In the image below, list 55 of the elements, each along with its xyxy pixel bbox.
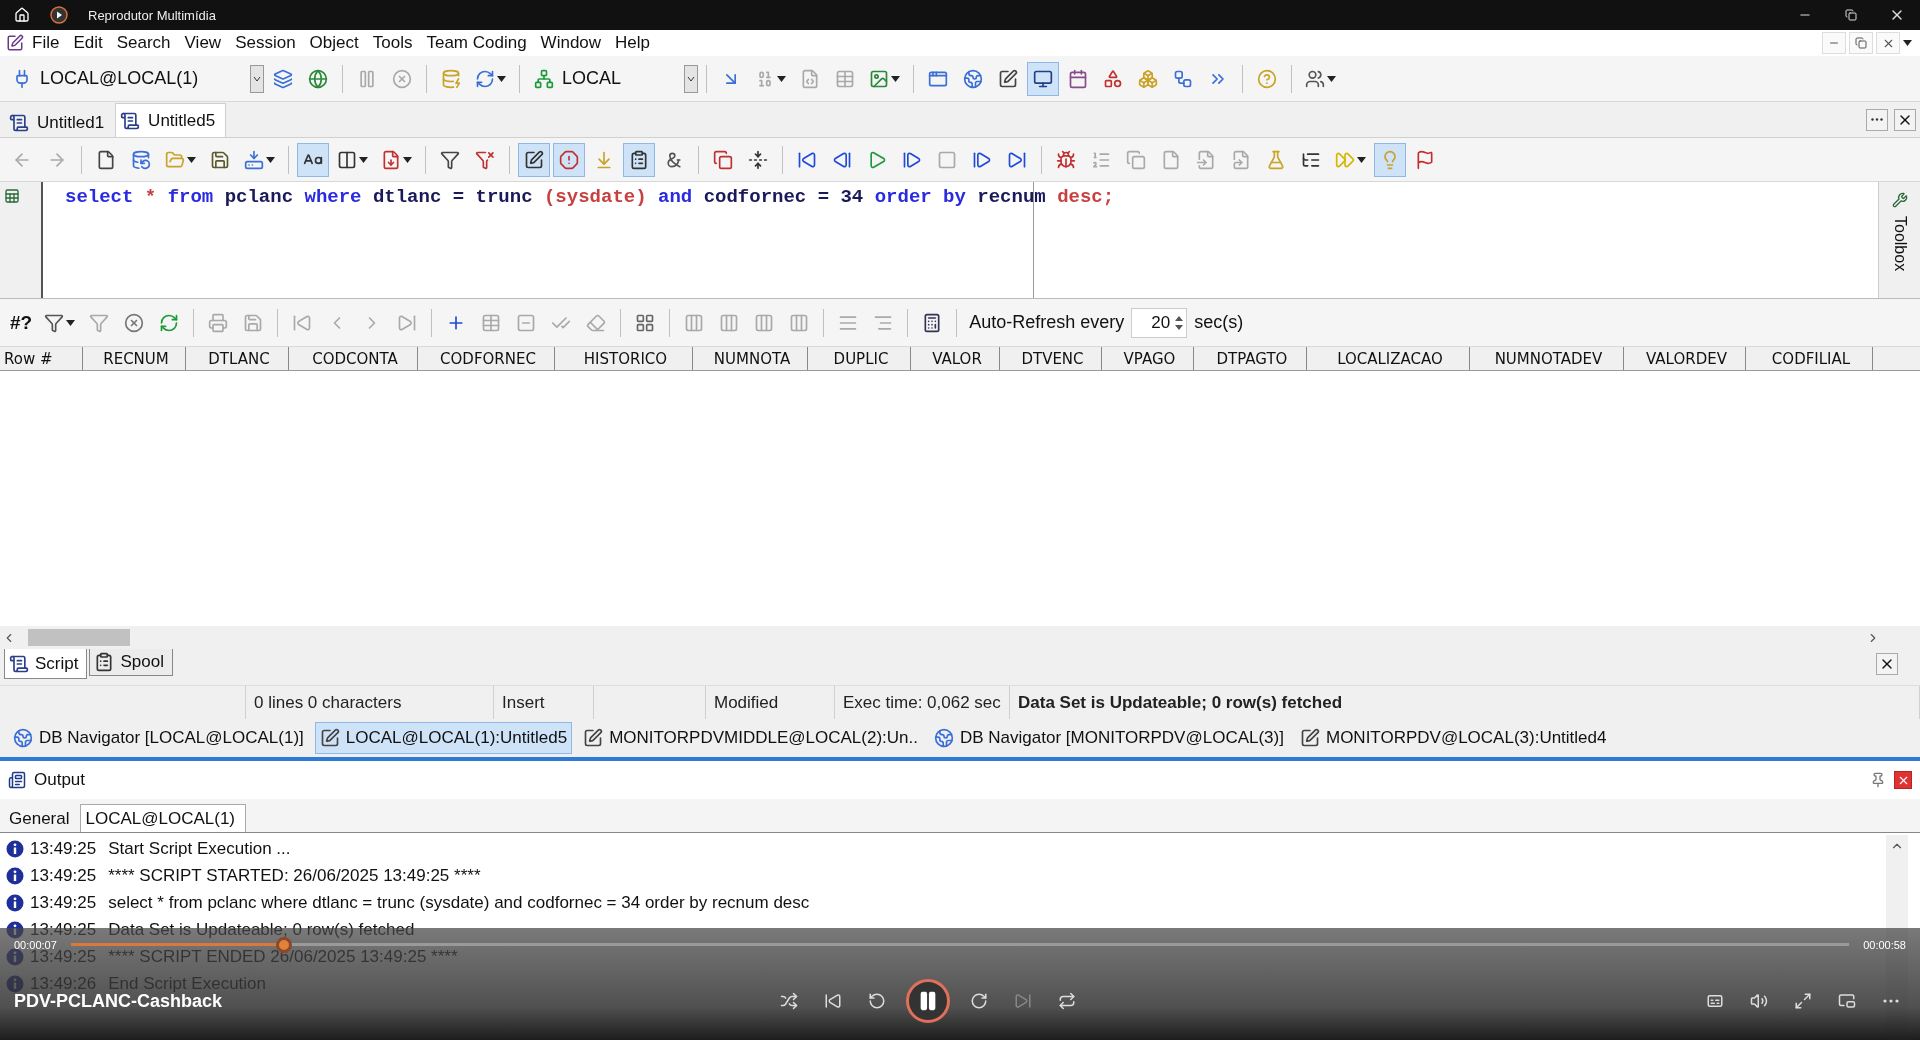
duration-time: 00:00:58 bbox=[1863, 939, 1906, 951]
output-tab[interactable]: LOCAL@LOCAL(1) bbox=[80, 804, 246, 832]
document-tab[interactable]: Untitled1 bbox=[4, 107, 116, 137]
panel-title: Output bbox=[34, 770, 86, 790]
window-title: Reprodutor Multimídia bbox=[88, 7, 216, 23]
connection-select[interactable]: LOCAL bbox=[528, 62, 698, 95]
column-header[interactable]: VALOR bbox=[911, 347, 1000, 370]
log-time: 13:49:25 bbox=[30, 865, 97, 886]
sql-statement[interactable]: select * from pclanc where dtlanc = trunc (sysdate) and codfornec = 34 order by recnum desc; bbox=[65, 184, 1878, 210]
window-tab[interactable]: MONITORPDVMIDDLE@LOCAL(2):Un.. bbox=[578, 722, 923, 754]
window-tab[interactable]: LOCAL@LOCAL(1):Untitled5 bbox=[314, 722, 573, 754]
window-tab[interactable]: MONITORPDV@LOCAL(3):Untitled4 bbox=[1294, 722, 1612, 754]
toolbar-label: Auto-Refresh every bbox=[968, 312, 1126, 333]
column-header[interactable]: DTVENC bbox=[1000, 347, 1102, 370]
menu-item[interactable]: View bbox=[178, 31, 228, 55]
video-title: PDV-PCLANC-Cashback bbox=[14, 990, 224, 1012]
menu-item[interactable]: Window bbox=[534, 31, 608, 55]
menu-item[interactable]: File bbox=[26, 31, 66, 55]
log-message: **** SCRIPT STARTED: 26/06/2025 13:49:25 **** bbox=[107, 865, 481, 886]
column-header[interactable]: VALORDEV bbox=[1624, 347, 1746, 370]
menu-item[interactable]: Object bbox=[303, 31, 365, 55]
column-header[interactable]: DUPLIC bbox=[808, 347, 911, 370]
menu-item[interactable]: Edit bbox=[67, 31, 109, 55]
menu-item[interactable]: Team Coding bbox=[420, 31, 533, 55]
column-header[interactable]: Row # bbox=[0, 347, 83, 370]
window-tab[interactable]: DB Navigator [MONITORPDV@LOCAL(3)] bbox=[929, 722, 1289, 754]
menu-item[interactable]: Search bbox=[110, 31, 177, 55]
window-tab[interactable]: DB Navigator [LOCAL@LOCAL(1)] bbox=[8, 722, 309, 754]
column-header[interactable]: RECNUM bbox=[83, 347, 186, 370]
column-header[interactable]: HISTORICO bbox=[555, 347, 693, 370]
log-time: 13:49:25 bbox=[30, 892, 97, 913]
panel-tab[interactable]: Script bbox=[4, 649, 88, 679]
grid-title: #? bbox=[9, 311, 34, 334]
log-message: **** SCRIPT ENDED 26/06/2025 13:49:25 **** bbox=[107, 946, 458, 967]
menu-item[interactable]: Tools bbox=[366, 31, 419, 55]
column-header[interactable]: LOCALIZACAO bbox=[1307, 347, 1470, 370]
panel-tab[interactable]: Spool bbox=[89, 649, 173, 676]
column-header[interactable]: CODFORNEC bbox=[418, 347, 555, 370]
connection-select[interactable]: LOCAL@LOCAL(1) bbox=[6, 62, 264, 95]
column-header[interactable]: VPAGO bbox=[1102, 347, 1194, 370]
toolbar-label: sec(s) bbox=[1193, 312, 1245, 333]
log-message: Start Script Execution ... bbox=[107, 838, 291, 859]
menu-item[interactable]: Session bbox=[229, 31, 302, 55]
log-message: select * from pclanc where dtlanc = trunc (sysdate) and codfornec = 34 order by recnum desc bbox=[107, 892, 810, 913]
interval-field[interactable]: 20 bbox=[1131, 307, 1188, 338]
column-header[interactable]: NUMNOTA bbox=[693, 347, 808, 370]
column-header[interactable]: DTLANC bbox=[186, 347, 289, 370]
menu-item[interactable]: Help bbox=[609, 31, 657, 55]
document-tab[interactable]: Untitled5 bbox=[115, 103, 227, 137]
output-tab[interactable]: General bbox=[4, 804, 81, 832]
column-header[interactable]: DTPAGTO bbox=[1194, 347, 1307, 370]
log-time: 13:49:25 bbox=[30, 838, 97, 859]
column-header[interactable]: NUMNOTADEV bbox=[1470, 347, 1624, 370]
column-header[interactable]: CODFILIAL bbox=[1746, 347, 1873, 370]
column-header[interactable]: CODCONTA bbox=[289, 347, 418, 370]
